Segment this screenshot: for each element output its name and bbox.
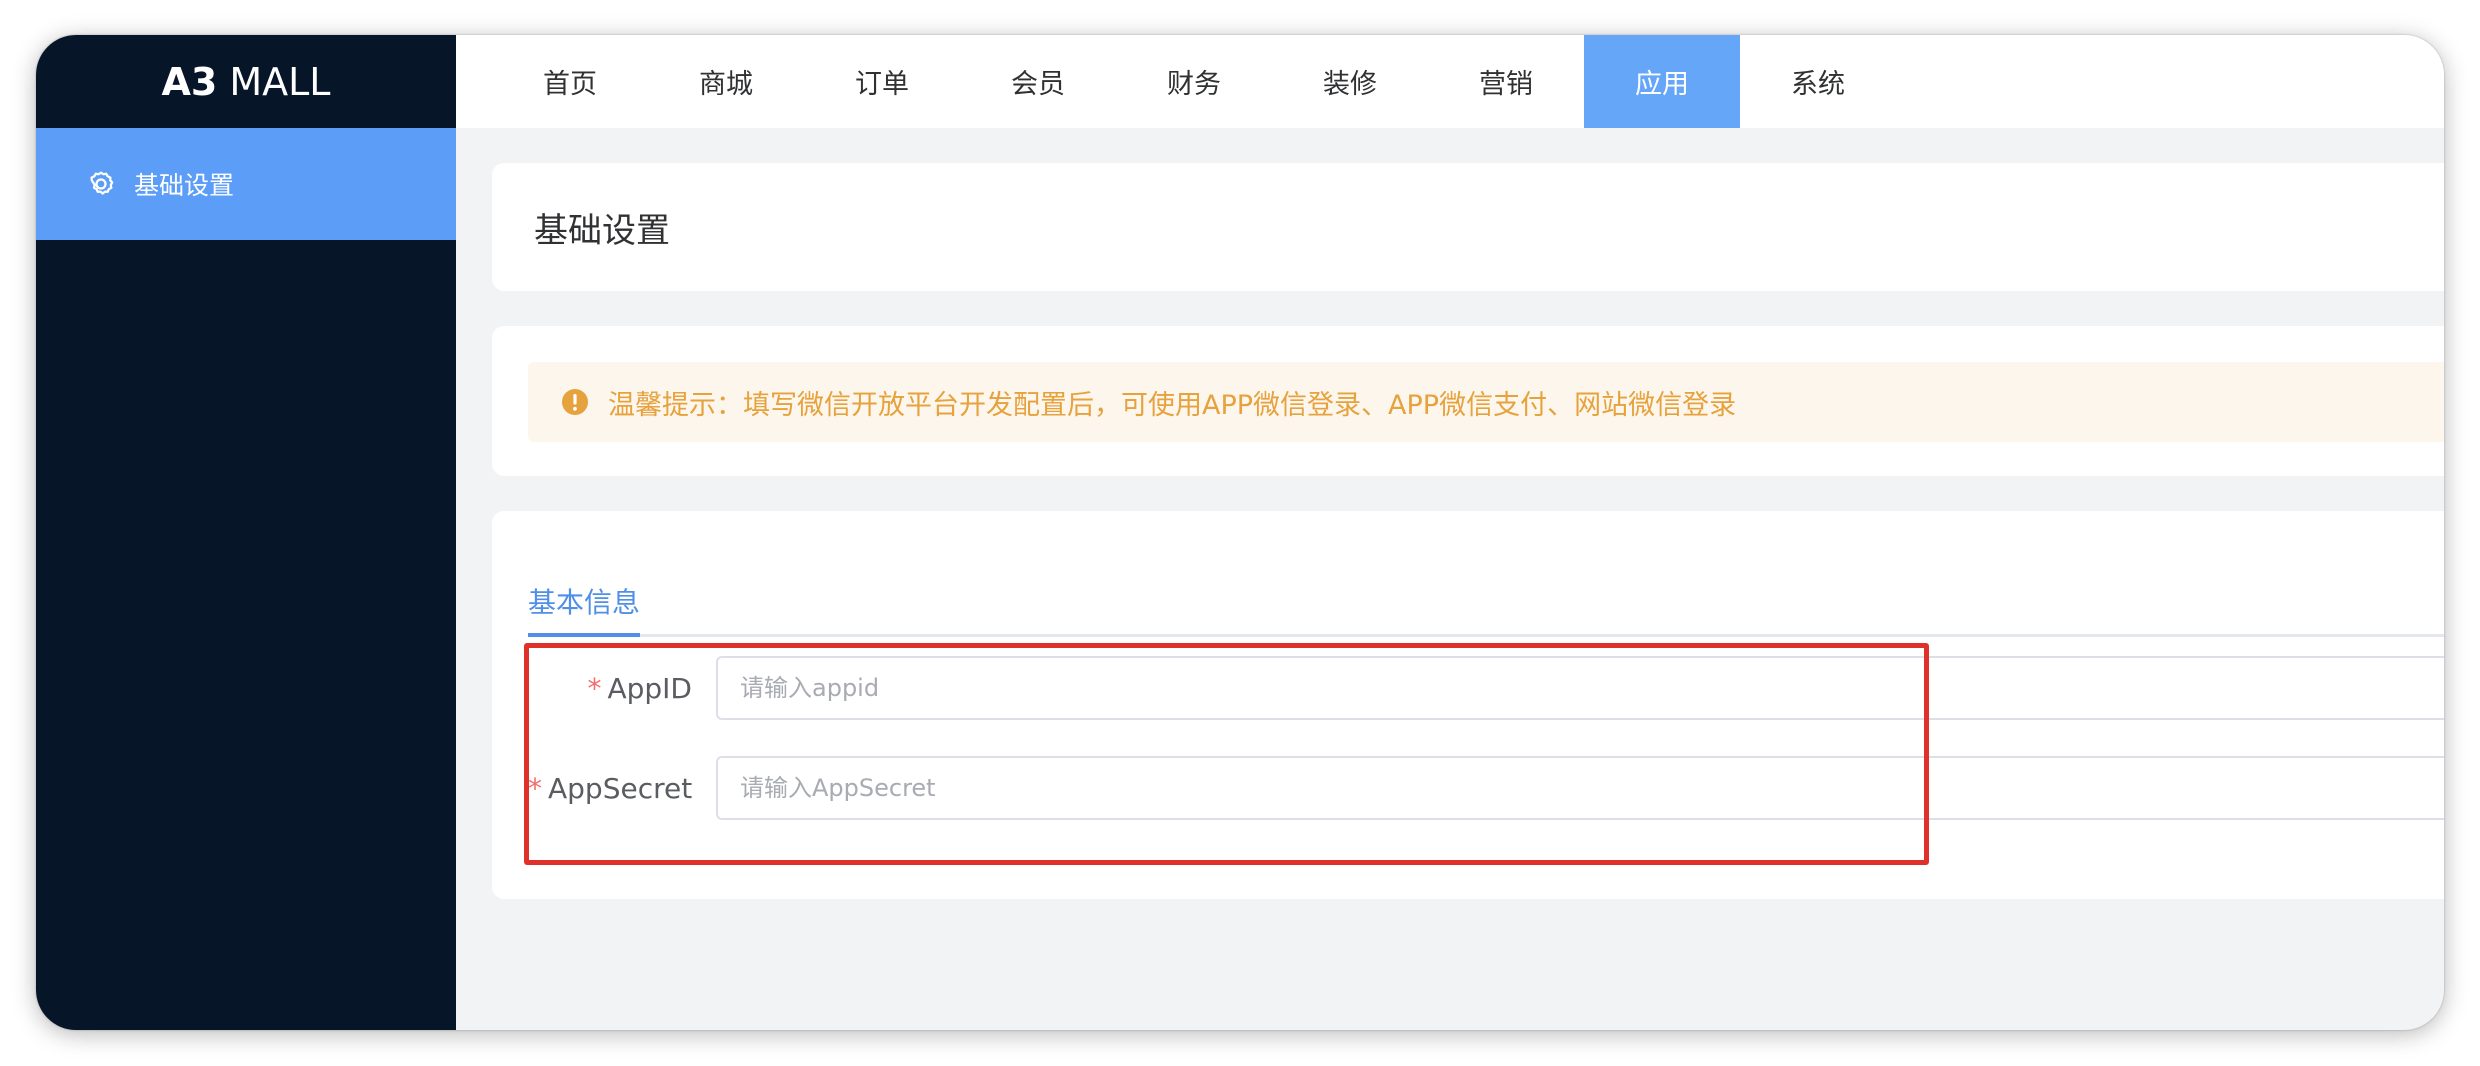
nav-decoration[interactable]: 装修 bbox=[1272, 35, 1428, 128]
app-window: A3 MALL 基础设置 首页 商城 订单 会员 财务 装修 营销 应用 系统 … bbox=[36, 35, 2444, 1030]
nav-members[interactable]: 会员 bbox=[960, 35, 1116, 128]
page-title-card: 基础设置 bbox=[492, 163, 2444, 291]
nav-orders[interactable]: 订单 bbox=[804, 35, 960, 128]
logo-text: MALL bbox=[229, 59, 331, 104]
tab-active-indicator bbox=[528, 633, 640, 637]
logo: A3 MALL bbox=[36, 35, 456, 128]
tab-basic-info[interactable]: 基本信息 bbox=[528, 565, 640, 637]
gear-icon bbox=[84, 167, 118, 201]
top-nav: 首页 商城 订单 会员 财务 装修 营销 应用 系统 bbox=[456, 35, 2444, 128]
warning-alert: 温馨提示：填写微信开放平台开发配置后，可使用APP微信登录、APP微信支付、网站… bbox=[528, 362, 2444, 442]
sidebar-item-label: 基础设置 bbox=[134, 171, 235, 200]
page-title: 基础设置 bbox=[534, 210, 670, 251]
tab-bar: 基本信息 bbox=[528, 565, 2444, 637]
logo-bold: A3 bbox=[161, 59, 218, 104]
form-card: 基本信息 *AppID *AppSecret bbox=[492, 511, 2444, 899]
required-mark: * bbox=[528, 771, 542, 805]
main-content: 基础设置 温馨提示：填写微信开放平台开发配置后，可使用APP微信登录、APP微信… bbox=[456, 128, 2444, 1030]
warning-icon bbox=[560, 387, 590, 417]
nav-apps[interactable]: 应用 bbox=[1584, 35, 1740, 128]
nav-mall[interactable]: 商城 bbox=[648, 35, 804, 128]
alert-card: 温馨提示：填写微信开放平台开发配置后，可使用APP微信登录、APP微信支付、网站… bbox=[492, 326, 2444, 476]
appsecret-input[interactable] bbox=[716, 756, 2444, 820]
appid-row: * AppID bbox=[528, 656, 2444, 720]
nav-home[interactable]: 首页 bbox=[492, 35, 648, 128]
appid-label: * AppID bbox=[587, 671, 692, 705]
alert-text: 温馨提示：填写微信开放平台开发配置后，可使用APP微信登录、APP微信支付、网站… bbox=[608, 389, 1737, 421]
required-mark: * bbox=[587, 671, 602, 705]
sidebar: A3 MALL 基础设置 bbox=[36, 35, 456, 1030]
nav-finance[interactable]: 财务 bbox=[1116, 35, 1272, 128]
nav-marketing[interactable]: 营销 bbox=[1428, 35, 1584, 128]
nav-system[interactable]: 系统 bbox=[1740, 35, 1896, 128]
appsecret-label: * AppSecret bbox=[528, 771, 693, 805]
appsecret-row: * AppSecret bbox=[528, 756, 2444, 820]
appid-input[interactable] bbox=[716, 656, 2444, 720]
sidebar-item-basic-settings[interactable]: 基础设置 bbox=[36, 128, 456, 240]
